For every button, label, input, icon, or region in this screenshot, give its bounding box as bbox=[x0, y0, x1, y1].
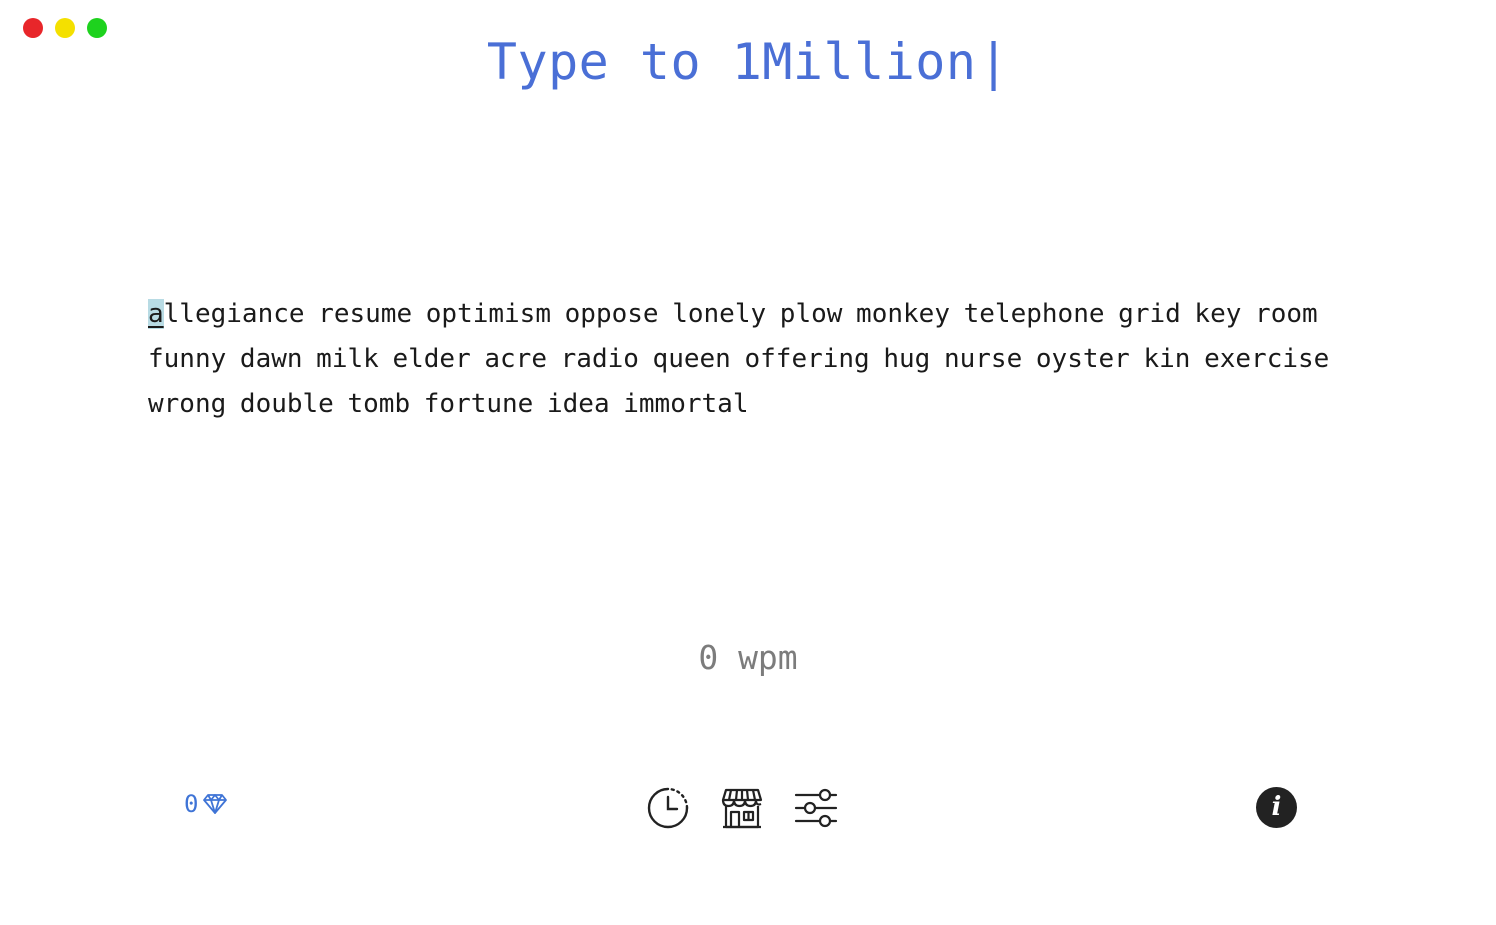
info-icon: i bbox=[1271, 792, 1282, 822]
title-caret: | bbox=[978, 33, 1010, 91]
current-character: a bbox=[148, 299, 164, 329]
typing-text-area[interactable]: allegiance resume optimism oppose lonely… bbox=[148, 292, 1348, 427]
history-button[interactable] bbox=[646, 786, 690, 830]
remaining-words: llegiance resume optimism oppose lonely … bbox=[148, 299, 1330, 419]
gem-balance: 0 bbox=[184, 788, 228, 820]
bottom-toolbar bbox=[646, 786, 838, 830]
clock-history-icon bbox=[646, 786, 690, 830]
wpm-counter: 0 wpm bbox=[698, 638, 798, 677]
diamond-icon bbox=[202, 792, 228, 816]
shop-button[interactable] bbox=[720, 786, 764, 830]
app-title-text: Type to 1Million bbox=[486, 33, 977, 91]
gem-count: 0 bbox=[184, 790, 199, 818]
sliders-icon bbox=[794, 786, 838, 830]
settings-button[interactable] bbox=[794, 786, 838, 830]
info-button[interactable]: i bbox=[1256, 787, 1297, 828]
app-title: Type to 1Million| bbox=[0, 32, 1496, 92]
store-icon bbox=[720, 786, 764, 830]
